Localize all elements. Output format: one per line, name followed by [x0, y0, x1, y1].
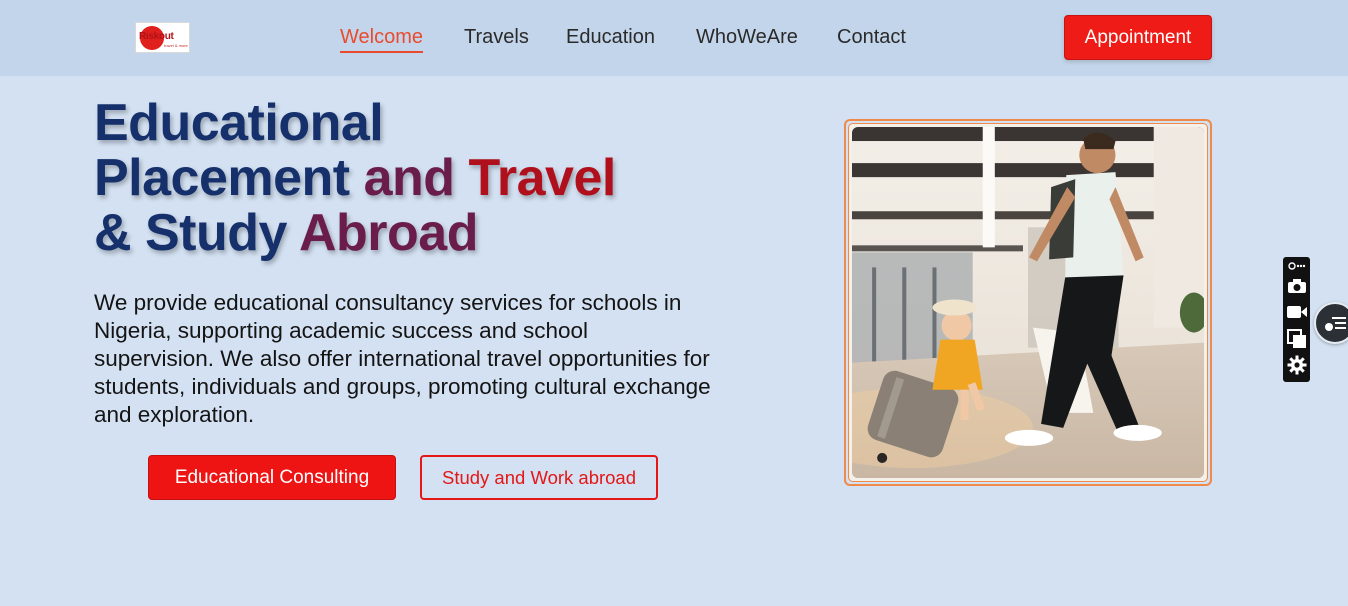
hero-headline: Educational Placement and Travel & Study… [94, 96, 744, 261]
hero-photo [852, 127, 1204, 478]
video-icon[interactable] [1283, 302, 1310, 322]
accessibility-menu-button[interactable] [1314, 302, 1348, 344]
logo-text: Riskout [139, 31, 174, 42]
appointment-button[interactable]: Appointment [1064, 15, 1212, 60]
headline-word-study: & Study [94, 204, 287, 262]
gear-icon[interactable] [1283, 354, 1310, 376]
nav-education[interactable]: Education [566, 24, 655, 50]
nav-travels[interactable]: Travels [464, 24, 529, 50]
link-more-icon[interactable] [1283, 259, 1310, 273]
family-travel-image [852, 127, 1204, 478]
riskout-logo[interactable]: Riskout travel & more [135, 22, 190, 53]
logo-subtext: travel & more [164, 43, 188, 48]
floating-toolbar [1283, 257, 1310, 382]
headline-word-educational: Educational [94, 94, 384, 152]
hero-intro-text: We provide educational consultancy servi… [94, 290, 711, 427]
headline-word-and: and [363, 149, 455, 207]
headline-word-placement: Placement [94, 149, 350, 207]
hero-photo-frame [844, 119, 1212, 486]
menu-list-icon [1325, 317, 1346, 331]
headline-word-travel: Travel [468, 149, 617, 207]
camera-icon[interactable] [1283, 276, 1310, 296]
nav-contact[interactable]: Contact [837, 24, 906, 50]
educational-consulting-button[interactable]: Educational Consulting [148, 455, 396, 500]
nav-whoweare[interactable]: WhoWeAre [696, 24, 798, 50]
headline-word-abroad: Abroad [298, 204, 479, 262]
nav-welcome[interactable]: Welcome [340, 24, 423, 53]
study-work-abroad-button[interactable]: Study and Work abroad [420, 455, 658, 500]
copy-icon[interactable] [1283, 328, 1310, 350]
site-header: Riskout travel & more Welcome Travels Ed… [0, 0, 1348, 76]
